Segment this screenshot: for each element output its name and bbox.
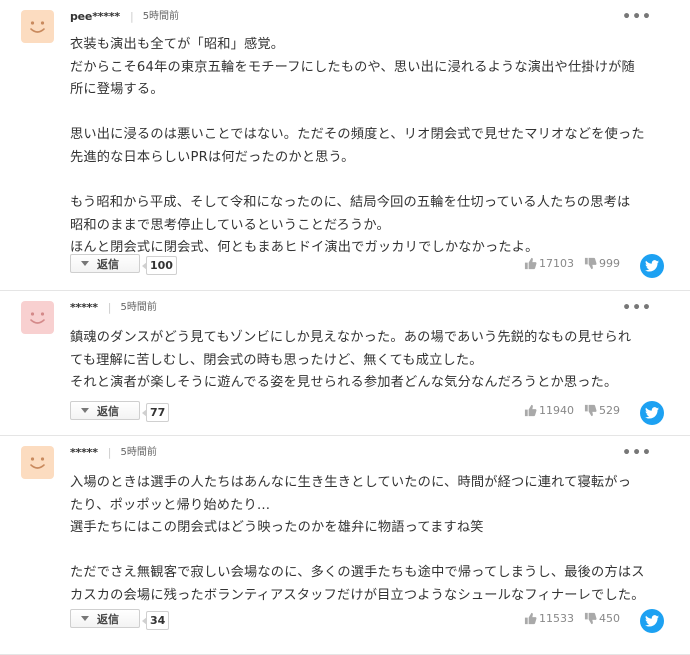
chevron-down-icon (81, 408, 89, 413)
vote-group: 11533 450 (514, 612, 620, 625)
thumbs-down-icon (584, 404, 597, 417)
smiley-icon (21, 10, 54, 43)
comment-text: 鎮魂のダンスがどう見てもゾンビにしか見えなかった。あの場であいう先鋭的なもの見せ… (70, 330, 632, 391)
meta-separator: | (107, 446, 112, 459)
reply-button[interactable]: 返信 (70, 401, 140, 420)
meta-separator: | (129, 10, 134, 23)
reply-button[interactable]: 返信 (70, 254, 140, 273)
thumbs-down-icon (584, 612, 597, 625)
twitter-icon (645, 615, 659, 627)
reply-label: 返信 (97, 612, 119, 626)
like-count: 17103 (539, 257, 574, 270)
avatar[interactable] (21, 446, 54, 479)
reply-count[interactable]: 100 (142, 256, 177, 275)
like-button[interactable]: 11940 (524, 404, 574, 417)
thumbs-down-icon (584, 257, 597, 270)
chevron-down-icon (81, 261, 89, 266)
twitter-share-button[interactable] (640, 609, 664, 633)
comment-meta: ***** | 5時間前 (70, 446, 157, 460)
more-options-icon[interactable]: ••• (622, 10, 652, 24)
twitter-icon (645, 260, 659, 272)
like-count: 11533 (539, 612, 574, 625)
username[interactable]: ***** (70, 446, 98, 460)
comment-text: 入場のときは選手の人たちはあんなに生き生きとしていたのに、時間が経つに連れて寝転… (70, 475, 645, 603)
reply-button[interactable]: 返信 (70, 609, 140, 628)
timestamp: 5時間前 (120, 447, 157, 458)
comment-item: ***** | 5時間前 ••• 鎮魂のダンスがどう見てもゾンビにしか見えなかっ… (0, 291, 690, 436)
dislike-count: 529 (599, 404, 620, 417)
comment-meta: pee***** | 5時間前 (70, 10, 179, 24)
dislike-count: 999 (599, 257, 620, 270)
thumbs-up-icon (524, 612, 537, 625)
dislike-count: 450 (599, 612, 620, 625)
like-button[interactable]: 11533 (524, 612, 574, 625)
reply-count[interactable]: 34 (141, 611, 170, 630)
avatar[interactable] (21, 10, 54, 43)
like-count: 11940 (539, 404, 574, 417)
comment-item: pee***** | 5時間前 ••• 衣装も演出も全てが「昭和」感覚。 だから… (0, 0, 690, 291)
twitter-icon (645, 407, 659, 419)
like-button[interactable]: 17103 (524, 257, 574, 270)
reply-label: 返信 (97, 257, 119, 271)
vote-group: 11940 529 (514, 404, 620, 417)
username[interactable]: ***** (70, 301, 98, 315)
username[interactable]: pee***** (70, 10, 120, 24)
dislike-button[interactable]: 450 (584, 612, 620, 625)
dislike-button[interactable]: 529 (584, 404, 620, 417)
reply-count[interactable]: 77 (141, 403, 170, 422)
thumbs-up-icon (524, 404, 537, 417)
twitter-share-button[interactable] (640, 254, 664, 278)
smiley-icon (21, 301, 54, 334)
comment-item: ***** | 5時間前 ••• 入場のときは選手の人たちはあんなに生き生きとし… (0, 436, 690, 655)
comment-meta: ***** | 5時間前 (70, 301, 157, 315)
twitter-share-button[interactable] (640, 401, 664, 425)
thumbs-up-icon (524, 257, 537, 270)
timestamp: 5時間前 (120, 302, 157, 313)
chevron-down-icon (81, 616, 89, 621)
smiley-icon (21, 446, 54, 479)
comment-list: pee***** | 5時間前 ••• 衣装も演出も全てが「昭和」感覚。 だから… (0, 0, 690, 655)
avatar[interactable] (21, 301, 54, 334)
meta-separator: | (107, 301, 112, 314)
comment-text: 衣装も演出も全てが「昭和」感覚。 だからこそ64年の東京五輪をモチーフにしたもの… (70, 37, 645, 256)
reply-label: 返信 (97, 404, 119, 418)
dislike-button[interactable]: 999 (584, 257, 620, 270)
more-options-icon[interactable]: ••• (622, 301, 652, 315)
more-options-icon[interactable]: ••• (622, 446, 652, 460)
timestamp: 5時間前 (142, 11, 180, 22)
vote-group: 17103 999 (514, 257, 620, 270)
